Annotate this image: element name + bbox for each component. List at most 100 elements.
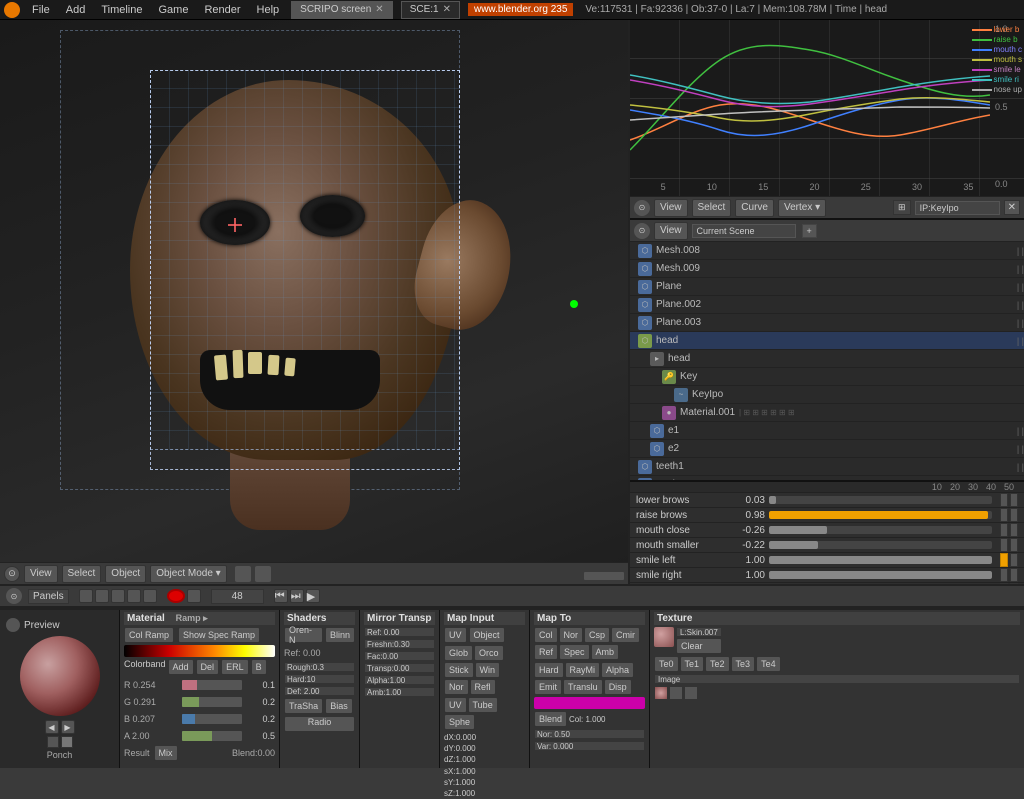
- transp-input[interactable]: Transp:0.00: [364, 663, 435, 673]
- win-btn[interactable]: Win: [475, 662, 501, 678]
- key-marker[interactable]: [1010, 568, 1018, 582]
- scene-view-btn[interactable]: View: [654, 222, 688, 240]
- spec-map-btn[interactable]: Spec: [559, 644, 590, 660]
- colorband-erl[interactable]: ERL: [221, 659, 249, 675]
- def-input[interactable]: Def: 2.00: [284, 686, 355, 696]
- menu-render[interactable]: Render: [200, 4, 244, 16]
- nor-btn[interactable]: Nor: [444, 679, 469, 695]
- object-menu[interactable]: Object: [105, 565, 146, 583]
- record-btn[interactable]: [167, 589, 185, 603]
- shape-key-nose-up[interactable]: nose up 0.44: [630, 583, 1024, 584]
- trasha-btn[interactable]: TraSha: [284, 698, 323, 714]
- mix-btn[interactable]: Mix: [154, 745, 178, 761]
- fac-input[interactable]: Fac:0.00: [364, 651, 435, 661]
- uv-btn[interactable]: UV: [444, 627, 467, 643]
- raymi-btn[interactable]: RayMi: [565, 662, 601, 678]
- csp-btn[interactable]: Csp: [584, 627, 610, 643]
- scene-add-btn[interactable]: +: [802, 224, 817, 238]
- key-marker[interactable]: [1010, 493, 1018, 507]
- graph-vertex-dropdown[interactable]: Vertex ▾: [778, 199, 826, 217]
- graph-icon[interactable]: ⊙: [634, 200, 650, 216]
- key-marker[interactable]: [1000, 568, 1008, 582]
- colorband-del[interactable]: Del: [196, 659, 220, 675]
- audio-btn[interactable]: [187, 589, 201, 603]
- key-marker[interactable]: [1010, 583, 1018, 584]
- frame-input[interactable]: 48: [211, 589, 264, 604]
- key-marker[interactable]: [1010, 523, 1018, 537]
- texture-name-input[interactable]: L:Skin.007: [676, 627, 722, 637]
- bias-btn[interactable]: Bias: [325, 698, 353, 714]
- screen-tab[interactable]: SCRIPO screen ✕: [291, 1, 393, 19]
- select-menu[interactable]: Select: [62, 565, 102, 583]
- key-marker[interactable]: [1000, 508, 1008, 522]
- tex-slot-3[interactable]: Te3: [731, 656, 756, 672]
- hard-map-btn[interactable]: Hard: [534, 662, 564, 678]
- tree-item-mesh008[interactable]: ⬡ Mesh.008 | |: [630, 242, 1024, 260]
- tree-item-e1[interactable]: ⬡ e1 | |: [630, 422, 1024, 440]
- panels-icon[interactable]: ⊙: [6, 588, 22, 604]
- nor-map-btn[interactable]: Nor: [559, 627, 584, 643]
- col-btn[interactable]: Col: [534, 627, 558, 643]
- key-marker[interactable]: [1000, 493, 1008, 507]
- graph-select-menu[interactable]: Select: [692, 199, 732, 217]
- viewport-slider[interactable]: [584, 572, 624, 580]
- tree-item-plane003[interactable]: ⬡ Plane.003 | |: [630, 314, 1024, 332]
- emit-btn[interactable]: Emit: [534, 679, 562, 695]
- viewport-btn1[interactable]: [235, 566, 251, 582]
- tree-item-e2[interactable]: ⬡ e2 | |: [630, 440, 1024, 458]
- oren-btn[interactable]: Oren-N: [284, 627, 323, 643]
- shape-key-raise-brows[interactable]: raise brows 0.98: [630, 508, 1024, 523]
- menu-game[interactable]: Game: [154, 4, 192, 16]
- view-menu[interactable]: View: [24, 565, 58, 583]
- graph-curve-menu[interactable]: Curve: [735, 199, 774, 217]
- sphe-btn[interactable]: Sphe: [444, 714, 475, 730]
- shape-key-lower-brows[interactable]: lower brows 0.03: [630, 493, 1024, 508]
- graph-view-menu[interactable]: View: [654, 199, 688, 217]
- tex-slot-1[interactable]: Te1: [680, 656, 705, 672]
- tex-slot-0[interactable]: Te0: [654, 656, 679, 672]
- panel-btn5[interactable]: [143, 589, 157, 603]
- tree-item-head[interactable]: ⬡ head | |: [630, 332, 1024, 350]
- tree-item-plane002[interactable]: ⬡ Plane.002 | |: [630, 296, 1024, 314]
- prev-btn-1[interactable]: ◀: [45, 720, 59, 734]
- key-marker[interactable]: [1010, 553, 1018, 567]
- fresnel-input[interactable]: Freshn:0.30: [364, 639, 435, 649]
- colorband[interactable]: [124, 645, 275, 657]
- stick-btn[interactable]: Stick: [444, 662, 474, 678]
- panel-btn1[interactable]: [79, 589, 93, 603]
- tex-mini-2[interactable]: [669, 686, 683, 700]
- mode-dropdown[interactable]: Object Mode ▾: [150, 565, 227, 583]
- ref-map-btn[interactable]: Ref: [534, 644, 558, 660]
- key-marker[interactable]: [1010, 508, 1018, 522]
- key-marker[interactable]: [1010, 538, 1018, 552]
- rough-input[interactable]: Rough:0.3: [284, 662, 355, 672]
- var-val-input[interactable]: Var: 0.000: [534, 741, 645, 751]
- spec-ramp-btn[interactable]: Show Spec Ramp: [178, 627, 260, 643]
- prev-btn-2[interactable]: ▶: [61, 720, 75, 734]
- graph-close[interactable]: ✕: [1004, 200, 1020, 215]
- blinn-btn[interactable]: Blinn: [325, 627, 355, 643]
- menu-help[interactable]: Help: [253, 4, 284, 16]
- tex-slot-2[interactable]: Te2: [705, 656, 730, 672]
- alpha-map-btn[interactable]: Alpha: [601, 662, 634, 678]
- blender-url[interactable]: www.blender.org 235: [468, 3, 573, 16]
- tree-item-keyipo[interactable]: ~ KeyIpo: [630, 386, 1024, 404]
- ip-keyipo-input[interactable]: IP:KeyIpo: [915, 201, 1000, 215]
- shape-key-smile-right[interactable]: smile right 1.00: [630, 568, 1024, 583]
- scene-tab[interactable]: SCE:1 ✕: [401, 1, 460, 19]
- shape-key-mouth-close[interactable]: mouth close -0.26: [630, 523, 1024, 538]
- alpha-input[interactable]: Alpha:1.00: [364, 675, 435, 685]
- cmir-btn[interactable]: Cmir: [611, 627, 640, 643]
- key-marker[interactable]: [1000, 583, 1008, 584]
- tex-mini-1[interactable]: [654, 686, 668, 700]
- amb-map-btn[interactable]: Amb: [591, 644, 620, 660]
- colorband-b[interactable]: B: [251, 659, 267, 675]
- anim-btn1[interactable]: ⏮: [274, 589, 288, 603]
- disp-btn[interactable]: Disp: [604, 679, 632, 695]
- blend-map-btn[interactable]: Blend: [534, 711, 567, 727]
- map-to-color[interactable]: [534, 697, 645, 709]
- tree-item-key[interactable]: 🔑 Key: [630, 368, 1024, 386]
- texture-clear-btn[interactable]: Clear: [676, 638, 722, 654]
- tree-item-mesh009[interactable]: ⬡ Mesh.009 | |: [630, 260, 1024, 278]
- radio-btn[interactable]: Radio: [284, 716, 355, 732]
